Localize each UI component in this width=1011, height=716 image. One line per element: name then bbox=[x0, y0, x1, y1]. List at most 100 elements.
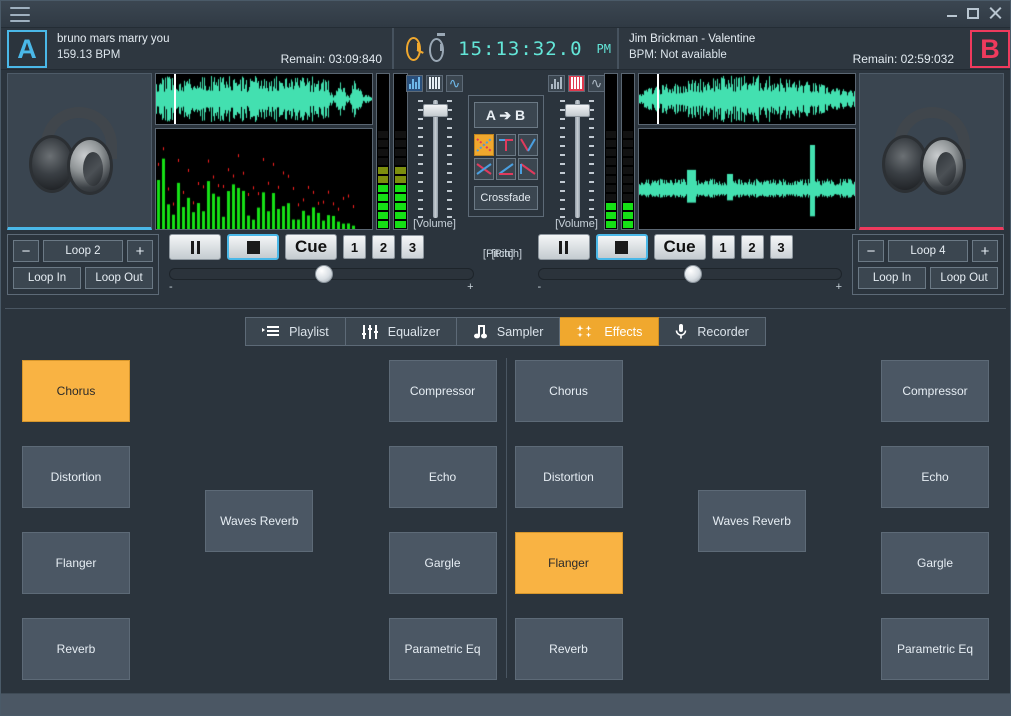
deck-b-cue-button[interactable]: Cue bbox=[654, 234, 706, 260]
deck-a-loop-increase-button[interactable]: + bbox=[127, 240, 153, 262]
deck-b-volume-channel: [Volume] bbox=[553, 75, 601, 230]
spectrum-icon[interactable] bbox=[548, 75, 565, 92]
tab-playlist-label: Playlist bbox=[289, 325, 329, 339]
deck-a-effect-reverb[interactable]: Reverb bbox=[22, 618, 130, 680]
deck-a-loop-in-button[interactable]: Loop In bbox=[13, 267, 81, 289]
deck-b-effect-gargle[interactable]: Gargle bbox=[881, 532, 989, 594]
hamburger-menu-icon[interactable] bbox=[10, 7, 30, 22]
effects-panel: Chorus Distortion Flanger Reverb Waves R… bbox=[1, 346, 1010, 696]
deck-b-pitch-knob[interactable] bbox=[684, 265, 702, 283]
deck-a-loop-out-button[interactable]: Loop Out bbox=[85, 267, 153, 289]
wave-icon[interactable] bbox=[588, 75, 605, 92]
deck-a-effect-flanger[interactable]: Flanger bbox=[22, 532, 130, 594]
deck-b-effect-echo[interactable]: Echo bbox=[881, 446, 989, 508]
curve-t-button[interactable] bbox=[496, 134, 516, 156]
deck-b-playhead[interactable] bbox=[657, 74, 659, 124]
spectrum-icon[interactable] bbox=[406, 75, 423, 92]
stopwatch-icon[interactable] bbox=[429, 38, 444, 62]
close-button[interactable] bbox=[988, 6, 1002, 20]
deck-a-loop-value[interactable]: Loop 2 bbox=[43, 240, 123, 262]
deck-a-overview-waveform[interactable] bbox=[155, 73, 373, 125]
deck-b-effect-compressor[interactable]: Compressor bbox=[881, 360, 989, 422]
sliders-icon bbox=[362, 325, 378, 339]
deck-a-stop-button[interactable] bbox=[227, 234, 279, 260]
tab-effects-label: Effects bbox=[604, 325, 642, 339]
deck-a-vu-meters bbox=[376, 73, 408, 230]
deck-b-loop-decrease-button[interactable]: − bbox=[858, 240, 884, 262]
tab-sampler[interactable]: Sampler bbox=[457, 317, 561, 346]
deck-b-loop-out-button[interactable]: Loop Out bbox=[930, 267, 998, 289]
curve-x-sharp-button[interactable] bbox=[474, 158, 494, 180]
deck-a-waveform-panel bbox=[155, 73, 373, 230]
bottom-status-strip bbox=[1, 693, 1010, 715]
deck-b-loop-value[interactable]: Loop 4 bbox=[888, 240, 968, 262]
deck-a-effect-distortion[interactable]: Distortion bbox=[22, 446, 130, 508]
deck-b-badge[interactable]: B bbox=[970, 30, 1010, 68]
deck-b-loop-increase-button[interactable]: + bbox=[972, 240, 998, 262]
tab-equalizer[interactable]: Equalizer bbox=[346, 317, 457, 346]
curve-x-smooth-button[interactable] bbox=[474, 134, 494, 156]
deck-b-hotcue-2[interactable]: 2 bbox=[741, 235, 764, 259]
deck-b-loop-in-button[interactable]: Loop In bbox=[858, 267, 926, 289]
deck-a-effect-compressor[interactable]: Compressor bbox=[389, 360, 497, 422]
minimize-button[interactable] bbox=[946, 5, 958, 21]
deck-b-volume-fader[interactable] bbox=[556, 96, 598, 212]
deck-b-transport: [Pitch] Cue 1 2 3 - + bbox=[532, 234, 849, 293]
deck-a-effect-waves-reverb[interactable]: Waves Reverb bbox=[205, 490, 313, 552]
note-icon bbox=[473, 325, 487, 339]
deck-b-effects-left-column: Chorus Distortion Flanger Reverb bbox=[515, 360, 623, 704]
deck-a-hotcue-1[interactable]: 1 bbox=[343, 235, 366, 259]
maximize-button[interactable] bbox=[967, 8, 979, 19]
ab-transition-button[interactable]: A ➔ B bbox=[474, 102, 538, 128]
comb-icon[interactable] bbox=[568, 75, 585, 92]
deck-b-effect-parametric-eq[interactable]: Parametric Eq bbox=[881, 618, 989, 680]
deck-b-hotcue-3[interactable]: 3 bbox=[770, 235, 793, 259]
deck-a-badge[interactable]: A bbox=[7, 30, 47, 68]
clock-icon[interactable] bbox=[406, 37, 421, 61]
wave-icon[interactable] bbox=[446, 75, 463, 92]
curve-v-button[interactable] bbox=[518, 134, 538, 156]
headphones-image bbox=[27, 105, 131, 197]
deck-b-hotcue-1[interactable]: 1 bbox=[712, 235, 735, 259]
deck-b-effect-reverb[interactable]: Reverb bbox=[515, 618, 623, 680]
deck-a-volume-fader[interactable] bbox=[414, 96, 456, 212]
deck-b-detail-waveform[interactable] bbox=[638, 128, 856, 230]
headphones-image bbox=[880, 105, 984, 197]
deck-b-volume-label: [Volume] bbox=[555, 218, 598, 230]
deck-a-pitch-minus: - bbox=[169, 281, 173, 293]
deck-b-loop-panel: − Loop 4 + Loop In Loop Out bbox=[852, 234, 1004, 295]
deck-a-playhead[interactable] bbox=[174, 74, 176, 124]
deck-a-effect-parametric-eq[interactable]: Parametric Eq bbox=[389, 618, 497, 680]
deck-b-pitch-slider[interactable]: - + bbox=[538, 268, 843, 293]
deck-a-effect-echo[interactable]: Echo bbox=[389, 446, 497, 508]
deck-a-volume-knob[interactable] bbox=[423, 104, 448, 117]
deck-b-vu-meters bbox=[604, 73, 636, 230]
deck-b-volume-knob[interactable] bbox=[565, 104, 590, 117]
deck-b-effect-flanger[interactable]: Flanger bbox=[515, 532, 623, 594]
tab-equalizer-label: Equalizer bbox=[388, 325, 440, 339]
crossfade-button[interactable]: Crossfade bbox=[474, 186, 538, 210]
deck-a-cue-button[interactable]: Cue bbox=[285, 234, 337, 260]
tab-recorder[interactable]: Recorder bbox=[659, 317, 765, 346]
deck-a-loop-decrease-button[interactable]: − bbox=[13, 240, 39, 262]
deck-b-effect-distortion[interactable]: Distortion bbox=[515, 446, 623, 508]
deck-a-effect-gargle[interactable]: Gargle bbox=[389, 532, 497, 594]
curve-ramp-down-button[interactable] bbox=[518, 158, 538, 180]
master-clock: 15:13:32.0 PM bbox=[393, 28, 618, 69]
deck-a-hotcue-3[interactable]: 3 bbox=[401, 235, 424, 259]
deck-b-stop-button[interactable] bbox=[596, 234, 648, 260]
deck-a-hotcue-2[interactable]: 2 bbox=[372, 235, 395, 259]
tab-effects[interactable]: Effects bbox=[560, 317, 659, 346]
comb-icon[interactable] bbox=[426, 75, 443, 92]
deck-b-effect-waves-reverb[interactable]: Waves Reverb bbox=[698, 490, 806, 552]
volume-fader-track bbox=[575, 100, 580, 218]
deck-b-pitch-label: [Pitch] bbox=[492, 248, 523, 260]
deck-b-overview-waveform[interactable] bbox=[638, 73, 856, 125]
deck-a-effect-chorus[interactable]: Chorus bbox=[22, 360, 130, 422]
deck-a-pause-button[interactable] bbox=[169, 234, 221, 260]
curve-ramp-up-button[interactable] bbox=[496, 158, 516, 180]
deck-b-pause-button[interactable] bbox=[538, 234, 590, 260]
deck-a-pitch-slider[interactable]: - + bbox=[169, 268, 474, 293]
tab-playlist[interactable]: Playlist bbox=[245, 317, 346, 346]
deck-b-effect-chorus[interactable]: Chorus bbox=[515, 360, 623, 422]
